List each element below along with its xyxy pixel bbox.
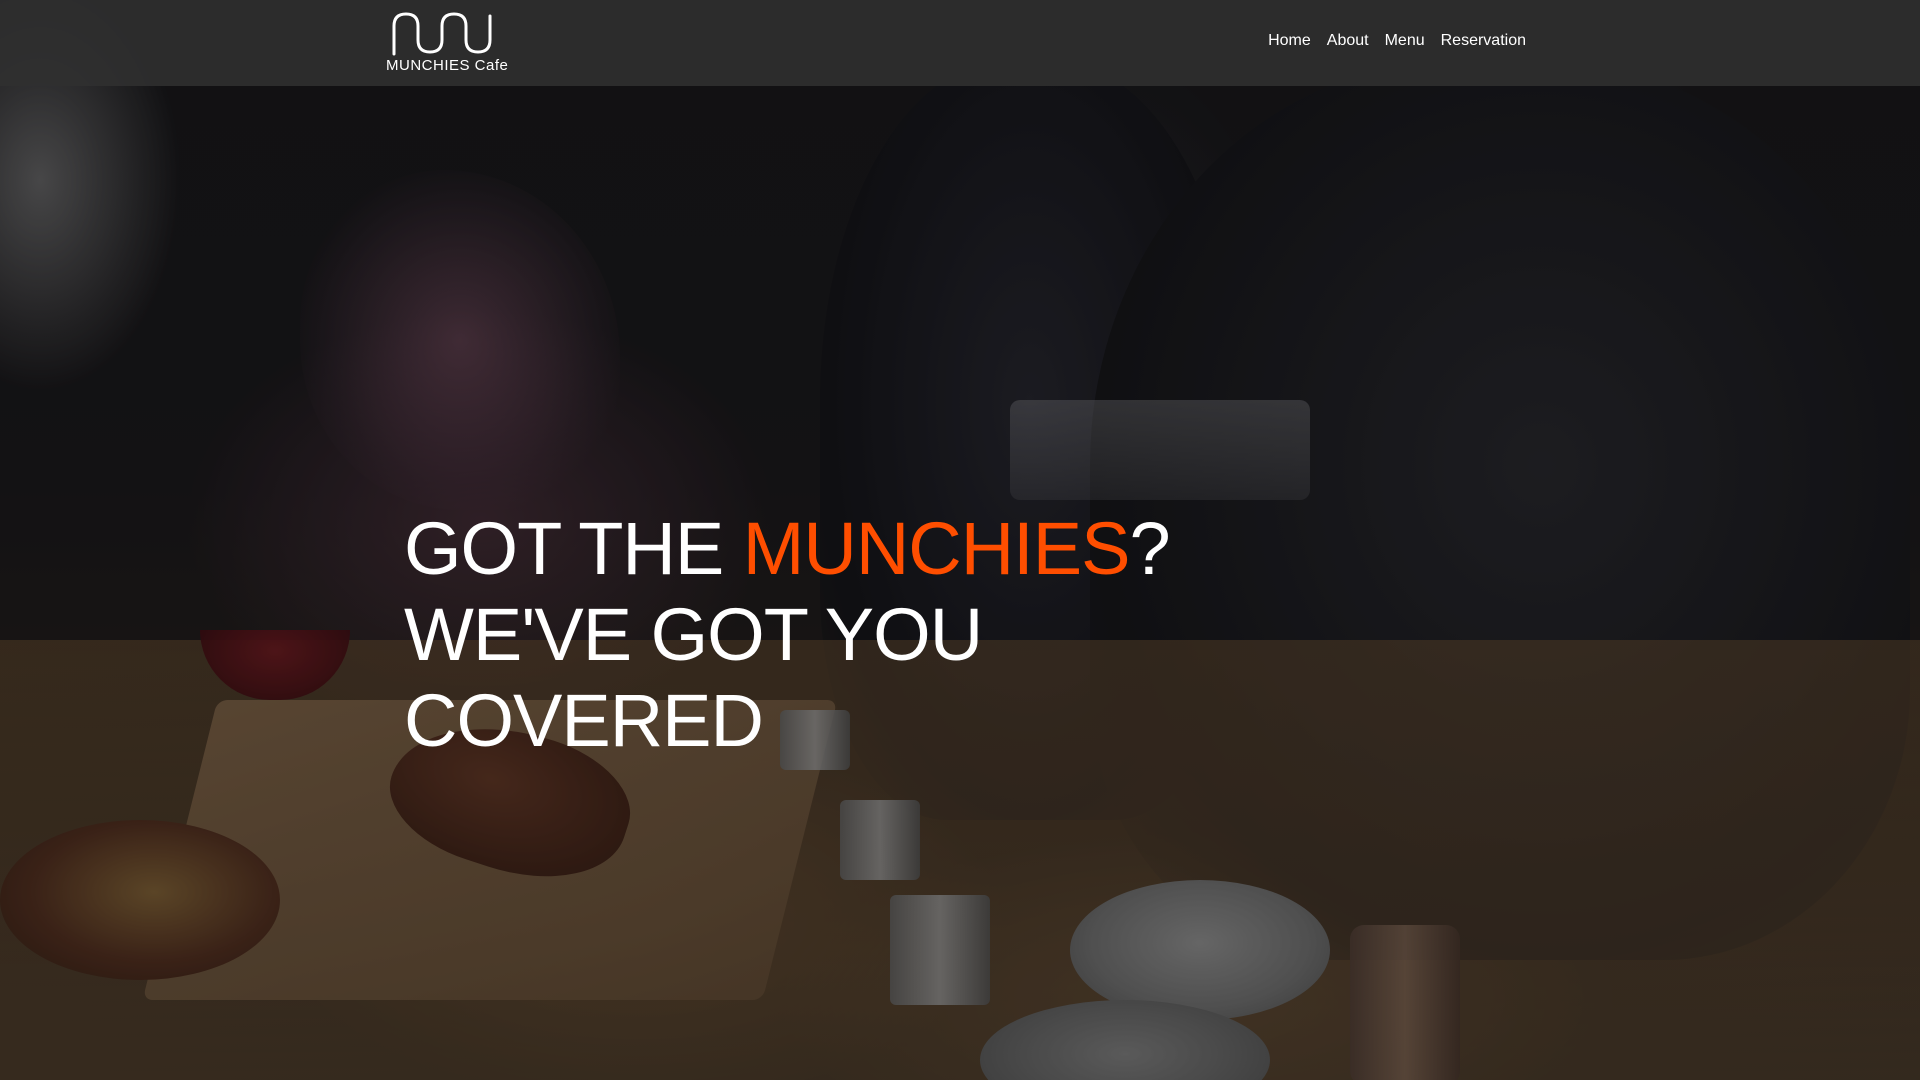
logo-text: MUNCHIES Cafe (386, 57, 509, 74)
headline-prefix: GOT THE (404, 507, 743, 590)
main-nav: Home About Menu Reservation (1268, 32, 1526, 50)
headline-highlight: MUNCHIES (742, 507, 1131, 590)
nav-home-link[interactable]: Home (1268, 32, 1311, 50)
page: MUNCHIES Cafe Home About Menu Reservatio… (0, 0, 1920, 1080)
hero-headline: GOT THE MUNCHIES? WE'VE GOT YOU COVERED (404, 506, 1171, 764)
headline-line-2: WE'VE GOT YOU (404, 593, 983, 676)
nav-about-link[interactable]: About (1327, 32, 1369, 50)
nav-menu-link[interactable]: Menu (1385, 32, 1425, 50)
top-navbar: MUNCHIES Cafe Home About Menu Reservatio… (0, 0, 1920, 86)
headline-line-1: GOT THE MUNCHIES? (404, 506, 1171, 592)
brand-logo[interactable]: MUNCHIES Cafe (386, 10, 509, 76)
headline-line-3: COVERED (404, 679, 764, 762)
headline-suffix: ? (1129, 507, 1170, 590)
logo-mark-icon (392, 12, 492, 56)
nav-reservation-link[interactable]: Reservation (1441, 32, 1526, 50)
